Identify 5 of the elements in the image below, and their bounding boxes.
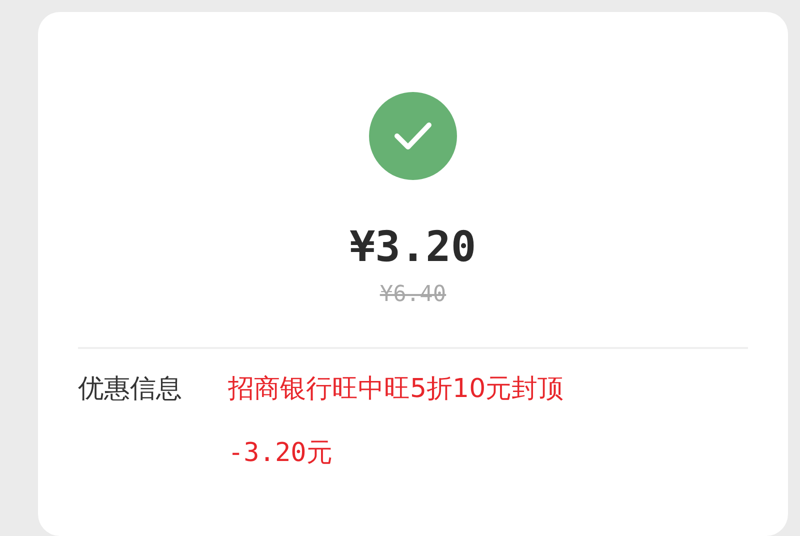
original-price: ¥6.40 xyxy=(380,281,446,310)
discount-description: 招商银行旺中旺5折10元封顶 xyxy=(228,373,564,406)
discount-amount: -3.20元 xyxy=(228,437,334,470)
discount-label: 优惠信息 xyxy=(78,373,183,406)
paid-amount: ¥3.20 xyxy=(350,222,476,272)
